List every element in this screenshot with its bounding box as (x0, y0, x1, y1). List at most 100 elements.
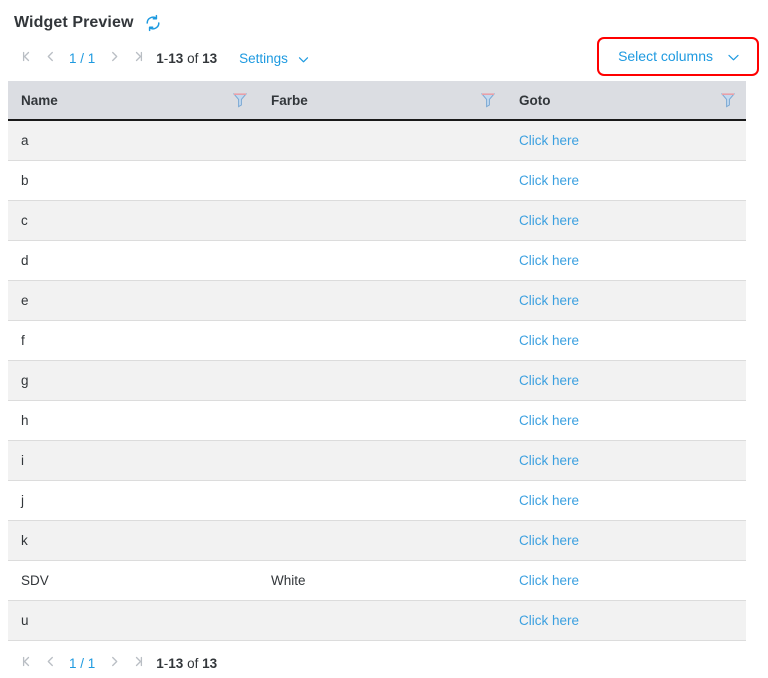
previous-page-icon[interactable] (38, 49, 62, 67)
select-columns-button[interactable]: Select columns (601, 41, 755, 72)
cell-farbe (258, 401, 506, 441)
cell-name: f (8, 321, 258, 361)
cell-farbe: White (258, 561, 506, 601)
cell-name: SDV (8, 561, 258, 601)
goto-link[interactable]: Click here (519, 333, 579, 348)
column-label: Goto (519, 93, 551, 108)
cell-goto: Click here (506, 120, 746, 161)
table-row: f Click here (8, 321, 746, 361)
table-row: h Click here (8, 401, 746, 441)
table-row: dClick here (8, 241, 746, 281)
cell-name: i (8, 441, 258, 481)
first-page-icon[interactable] (14, 49, 38, 67)
cell-goto: Click here (506, 521, 746, 561)
chevron-down-icon (727, 51, 738, 62)
page-header: Widget Preview (0, 0, 768, 37)
previous-page-icon[interactable] (38, 654, 62, 672)
refresh-icon[interactable] (142, 12, 164, 34)
of-label: of (187, 656, 198, 671)
top-pagination: 1 / 1 1-13 of 13 (14, 49, 217, 67)
next-page-icon[interactable] (102, 49, 126, 67)
cell-name: h (8, 401, 258, 441)
cell-farbe (258, 601, 506, 641)
record-range: 1-13 of 13 (156, 656, 217, 671)
last-page-icon[interactable] (126, 654, 150, 672)
page-title: Widget Preview (14, 14, 134, 32)
goto-link[interactable]: Click here (519, 173, 579, 188)
column-header-farbe[interactable]: Farbe (258, 81, 506, 120)
column-header-goto[interactable]: Goto (506, 81, 746, 120)
table-row: aClick here (8, 120, 746, 161)
cell-goto: Click here (506, 201, 746, 241)
cell-farbe (258, 321, 506, 361)
filter-icon[interactable] (481, 92, 495, 108)
goto-link[interactable]: Click here (519, 133, 579, 148)
column-header-name[interactable]: Name (8, 81, 258, 120)
select-columns-label: Select columns (618, 48, 713, 64)
cell-goto: Click here (506, 161, 746, 201)
cell-goto: Click here (506, 321, 746, 361)
table-row: i Click here (8, 441, 746, 481)
goto-link[interactable]: Click here (519, 533, 579, 548)
table-row: e Click here (8, 281, 746, 321)
cell-goto: Click here (506, 441, 746, 481)
goto-link[interactable]: Click here (519, 253, 579, 268)
range-end: 13 (168, 656, 183, 671)
range-total: 13 (202, 656, 217, 671)
next-page-icon[interactable] (102, 654, 126, 672)
cell-farbe (258, 361, 506, 401)
cell-goto: Click here (506, 401, 746, 441)
cell-goto: Click here (506, 241, 746, 281)
table-toolbar: 1 / 1 1-13 of 13 Settings Select columns (0, 41, 768, 75)
goto-link[interactable]: Click here (519, 213, 579, 228)
cell-goto: Click here (506, 361, 746, 401)
goto-link[interactable]: Click here (519, 573, 579, 588)
filter-icon[interactable] (233, 92, 247, 108)
table-body: aClick herebClick herecClick heredClick … (8, 120, 746, 641)
cell-goto: Click here (506, 601, 746, 641)
range-start: 1 (156, 656, 164, 671)
select-columns-highlight: Select columns (597, 37, 759, 76)
goto-link[interactable]: Click here (519, 493, 579, 508)
last-page-icon[interactable] (126, 49, 150, 67)
cell-farbe (258, 120, 506, 161)
goto-link[interactable]: Click here (519, 373, 579, 388)
of-label: of (187, 51, 198, 66)
table-row: jClick here (8, 481, 746, 521)
record-range: 1-13 of 13 (156, 51, 217, 66)
cell-farbe (258, 161, 506, 201)
goto-link[interactable]: Click here (519, 293, 579, 308)
chevron-down-icon (298, 53, 309, 64)
cell-farbe (258, 241, 506, 281)
page-indicator[interactable]: 1 / 1 (62, 656, 102, 671)
cell-farbe (258, 281, 506, 321)
column-label: Name (21, 93, 58, 108)
settings-button[interactable]: Settings (239, 51, 309, 66)
filter-icon[interactable] (721, 92, 735, 108)
first-page-icon[interactable] (14, 654, 38, 672)
goto-link[interactable]: Click here (519, 613, 579, 628)
cell-goto: Click here (506, 481, 746, 521)
range-total: 13 (202, 51, 217, 66)
cell-goto: Click here (506, 281, 746, 321)
data-table: Name Farbe (8, 81, 746, 641)
range-start: 1 (156, 51, 164, 66)
table-row: cClick here (8, 201, 746, 241)
cell-name: g (8, 361, 258, 401)
cell-farbe (258, 441, 506, 481)
range-end: 13 (168, 51, 183, 66)
cell-goto: Click here (506, 561, 746, 601)
goto-link[interactable]: Click here (519, 453, 579, 468)
table-row: kClick here (8, 521, 746, 561)
settings-label: Settings (239, 51, 288, 66)
column-label: Farbe (271, 93, 308, 108)
cell-farbe (258, 521, 506, 561)
page-indicator[interactable]: 1 / 1 (62, 51, 102, 66)
cell-name: e (8, 281, 258, 321)
table-header-row: Name Farbe (8, 81, 746, 120)
cell-name: b (8, 161, 258, 201)
table-row: SDVWhite Click here (8, 561, 746, 601)
table-row: b Click here (8, 161, 746, 201)
table-footer: 1 / 1 1-13 of 13 (0, 648, 768, 678)
goto-link[interactable]: Click here (519, 413, 579, 428)
